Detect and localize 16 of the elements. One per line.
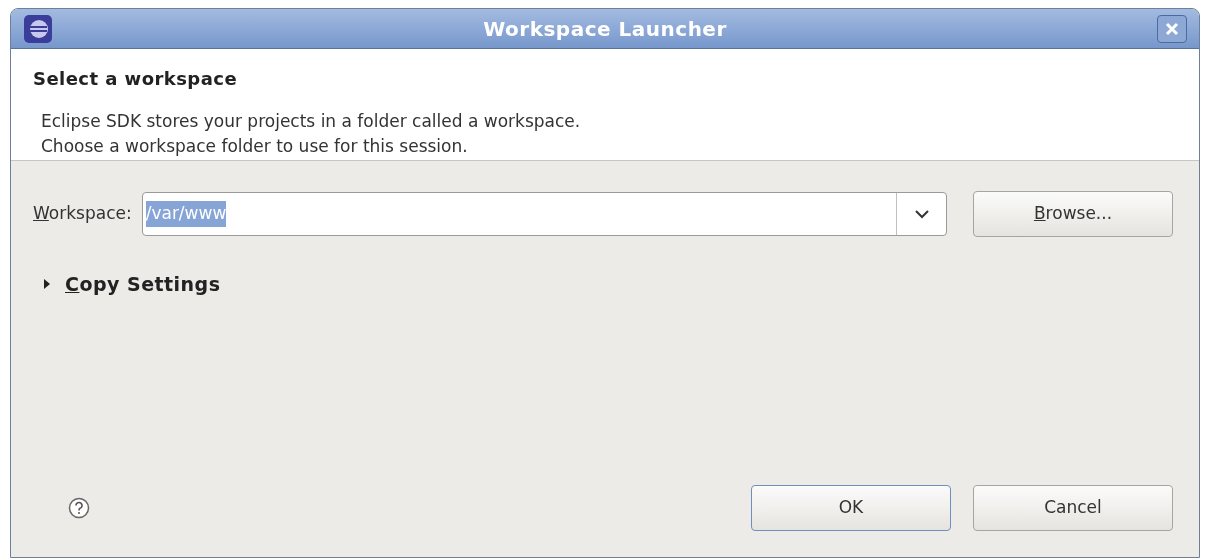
header-description: Choose a workspace folder to use for this session. <box>40 135 469 158</box>
copy-settings-toggle[interactable]: Copy Settings <box>65 270 221 299</box>
workspace-value: /var/www <box>145 201 227 227</box>
help-icon[interactable] <box>68 497 90 519</box>
header-title: Select a workspace <box>33 67 239 91</box>
browse-button[interactable]: Browse... <box>973 191 1173 237</box>
dialog-button[interactable]: Cancel <box>973 485 1173 531</box>
header-description: Eclipse SDK stores your projects in a folder called a workspace. <box>40 110 582 133</box>
window-title: Workspace Launcher <box>482 15 728 43</box>
close-icon <box>1164 20 1180 37</box>
app-logo-icon <box>23 13 53 44</box>
close-button[interactable] <box>1157 14 1187 43</box>
dropdown-chevron-icon <box>914 209 929 219</box>
collapsed-triangle-icon[interactable] <box>43 279 51 290</box>
workspace-label: Workspace: <box>33 202 132 226</box>
default-dialog-button[interactable]: OK <box>751 485 951 531</box>
